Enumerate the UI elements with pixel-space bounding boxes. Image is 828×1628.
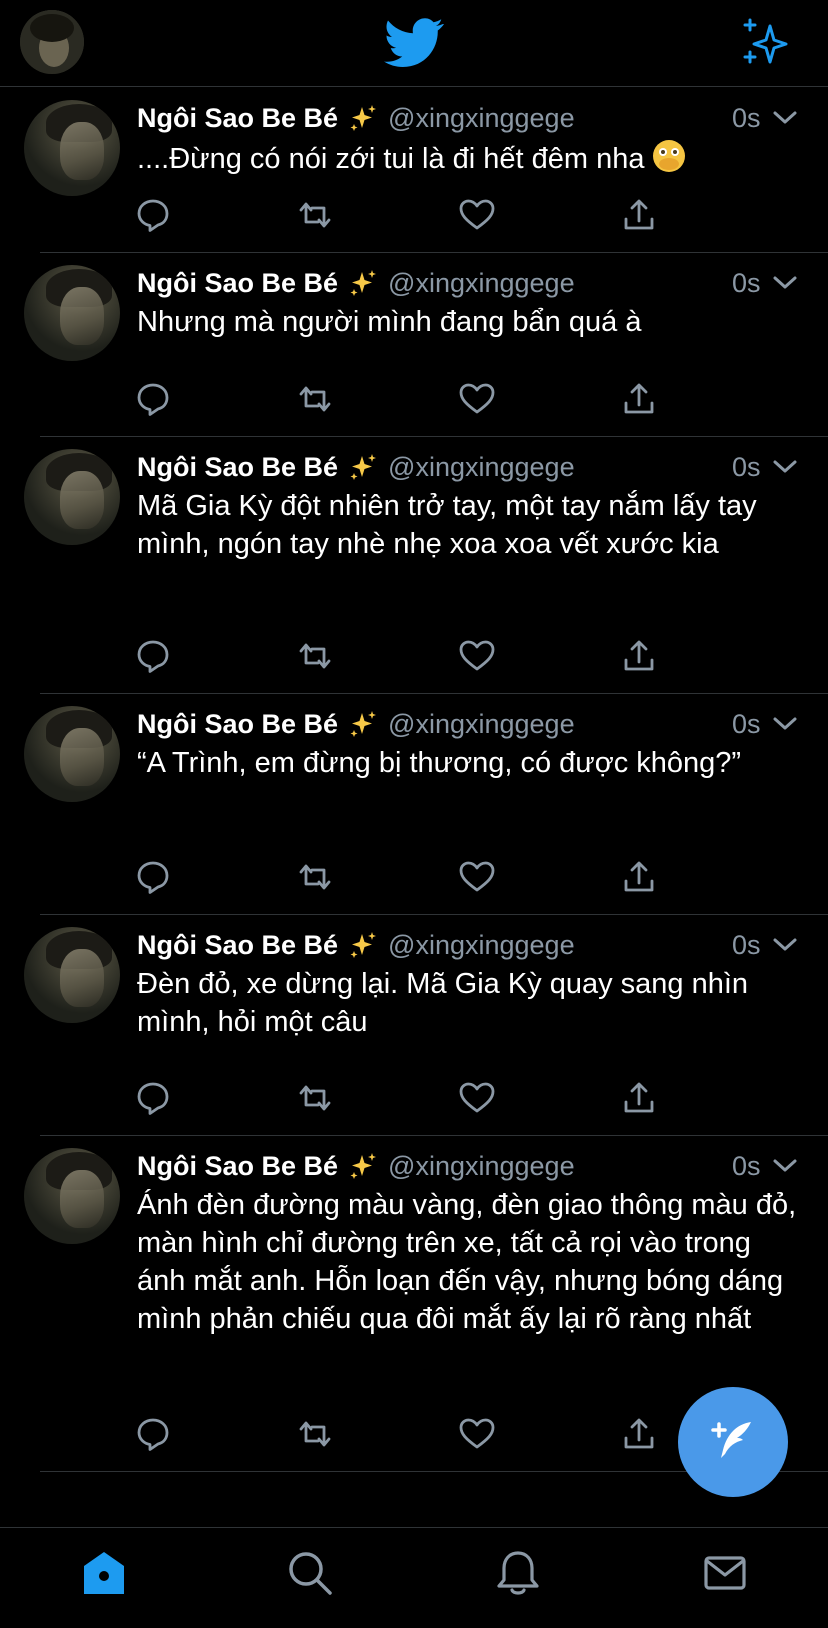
tweet[interactable]: Ngôi Sao Be Bé @xingxinggege 0s “A Trình… — [0, 694, 828, 915]
tweet[interactable]: Ngôi Sao Be Bé @xingxinggege 0s Nhưng mà… — [0, 253, 828, 437]
sparkles-emoji-icon — [350, 270, 377, 296]
share-icon[interactable] — [619, 1078, 659, 1118]
share-icon[interactable] — [619, 379, 659, 419]
tweet-text: Mã Gia Kỳ đột nhiên trở tay, một tay nắm… — [137, 490, 757, 560]
like-icon[interactable] — [457, 1414, 497, 1454]
face-with-open-eyes-and-hand-over-mouth-emoji-icon — [652, 140, 685, 172]
tweet-time: 0s — [732, 451, 761, 482]
like-icon[interactable] — [457, 195, 497, 235]
sparkles-emoji-icon — [350, 1153, 377, 1179]
display-name[interactable]: Ngôi Sao Be Bé — [137, 709, 338, 740]
reply-icon[interactable] — [133, 857, 173, 897]
retweet-icon[interactable] — [295, 636, 335, 676]
display-name[interactable]: Ngôi Sao Be Bé — [137, 103, 338, 134]
tweet-header: Ngôi Sao Be Bé @xingxinggege — [137, 1146, 804, 1186]
sparkles-emoji-icon — [350, 932, 377, 958]
compose-tweet-button[interactable] — [678, 1387, 788, 1497]
tweet[interactable]: Ngôi Sao Be Bé @xingxinggege 0s Mã Gia K… — [0, 437, 828, 694]
profile-avatar[interactable] — [20, 10, 84, 74]
tweet-time: 0s — [732, 102, 761, 133]
like-icon[interactable] — [457, 1078, 497, 1118]
sparkle-icon[interactable] — [740, 18, 790, 68]
reply-icon[interactable] — [133, 1414, 173, 1454]
tweet-actions — [137, 636, 697, 680]
user-handle: @xingxinggege — [388, 929, 575, 960]
tweet[interactable]: Ngôi Sao Be Bé @xingxinggege 0s ....Đừng… — [0, 88, 828, 253]
home-icon[interactable] — [79, 1548, 129, 1598]
tweet-text: Nhưng mà người mình đang bẩn quá à — [137, 306, 642, 338]
tweet[interactable]: Ngôi Sao Be Bé @xingxinggege 0s Đèn đỏ, … — [0, 915, 828, 1136]
like-icon[interactable] — [457, 636, 497, 676]
display-name[interactable]: Ngôi Sao Be Bé — [137, 1151, 338, 1182]
chevron-down-icon[interactable] — [772, 1156, 798, 1176]
tweet-header: Ngôi Sao Be Bé @xingxinggege — [137, 447, 804, 487]
tweet-text: “A Trình, em đừng bị thương, có được khô… — [137, 747, 742, 779]
notifications-icon[interactable] — [493, 1548, 543, 1598]
reply-icon[interactable] — [133, 636, 173, 676]
display-name[interactable]: Ngôi Sao Be Bé — [137, 268, 338, 299]
tweet-avatar[interactable] — [24, 927, 120, 1023]
retweet-icon[interactable] — [295, 195, 335, 235]
tweet-header: Ngôi Sao Be Bé @xingxinggege — [137, 704, 804, 744]
share-icon[interactable] — [619, 195, 659, 235]
tweet-actions — [137, 379, 697, 423]
reply-icon[interactable] — [133, 195, 173, 235]
top-header — [0, 0, 828, 87]
tweet-time: 0s — [732, 1150, 761, 1181]
share-icon[interactable] — [619, 1414, 659, 1454]
tweet-time: 0s — [732, 708, 761, 739]
bottom-tab-bar — [0, 1527, 828, 1628]
sparkles-emoji-icon — [350, 711, 377, 737]
chevron-down-icon[interactable] — [772, 108, 798, 128]
like-icon[interactable] — [457, 857, 497, 897]
tweet-avatar[interactable] — [24, 706, 120, 802]
tweet-actions — [137, 195, 697, 239]
retweet-icon[interactable] — [295, 857, 335, 897]
tweet-header: Ngôi Sao Be Bé @xingxinggege — [137, 98, 804, 138]
tweet-header: Ngôi Sao Be Bé @xingxinggege — [137, 263, 804, 303]
display-name[interactable]: Ngôi Sao Be Bé — [137, 452, 338, 483]
reply-icon[interactable] — [133, 1078, 173, 1118]
compose-tweet-icon — [711, 1422, 751, 1458]
messages-icon[interactable] — [700, 1548, 750, 1598]
chevron-down-icon[interactable] — [772, 714, 798, 734]
tweet-text: ....Đừng có nói zới tui là đi hết đêm nh… — [137, 138, 800, 178]
sparkles-emoji-icon — [350, 105, 377, 131]
chevron-down-icon[interactable] — [772, 935, 798, 955]
tweet-avatar[interactable] — [24, 449, 120, 545]
user-handle: @xingxinggege — [388, 267, 575, 298]
tweet-text: Ánh đèn đường màu vàng, đèn giao thông m… — [137, 1189, 797, 1335]
tweet-text: Đèn đỏ, xe dừng lại. Mã Gia Kỳ quay sang… — [137, 968, 749, 1038]
user-handle: @xingxinggege — [388, 708, 575, 739]
tweet-actions — [137, 1414, 697, 1458]
user-handle: @xingxinggege — [388, 102, 575, 133]
tweet-avatar[interactable] — [24, 100, 120, 196]
tweet-actions — [137, 1078, 697, 1122]
search-icon[interactable] — [285, 1548, 335, 1598]
tweet-time: 0s — [732, 929, 761, 960]
tweet-time: 0s — [732, 267, 761, 298]
share-icon[interactable] — [619, 636, 659, 676]
tweet-avatar[interactable] — [24, 265, 120, 361]
twitter-app: Ngôi Sao Be Bé @xingxinggege 0s ....Đừng… — [0, 0, 828, 1628]
like-icon[interactable] — [457, 379, 497, 419]
sparkles-emoji-icon — [350, 454, 377, 480]
user-handle: @xingxinggege — [388, 451, 575, 482]
user-handle: @xingxinggege — [388, 1150, 575, 1181]
chevron-down-icon[interactable] — [772, 273, 798, 293]
tweet-avatar[interactable] — [24, 1148, 120, 1244]
tweet-actions — [137, 857, 697, 901]
share-icon[interactable] — [619, 857, 659, 897]
retweet-icon[interactable] — [295, 379, 335, 419]
retweet-icon[interactable] — [295, 1078, 335, 1118]
display-name[interactable]: Ngôi Sao Be Bé — [137, 930, 338, 961]
twitter-bird-icon[interactable] — [384, 18, 444, 68]
tweet-header: Ngôi Sao Be Bé @xingxinggege — [137, 925, 804, 965]
retweet-icon[interactable] — [295, 1414, 335, 1454]
reply-icon[interactable] — [133, 379, 173, 419]
timeline: Ngôi Sao Be Bé @xingxinggege 0s ....Đừng… — [0, 88, 828, 1472]
chevron-down-icon[interactable] — [772, 457, 798, 477]
